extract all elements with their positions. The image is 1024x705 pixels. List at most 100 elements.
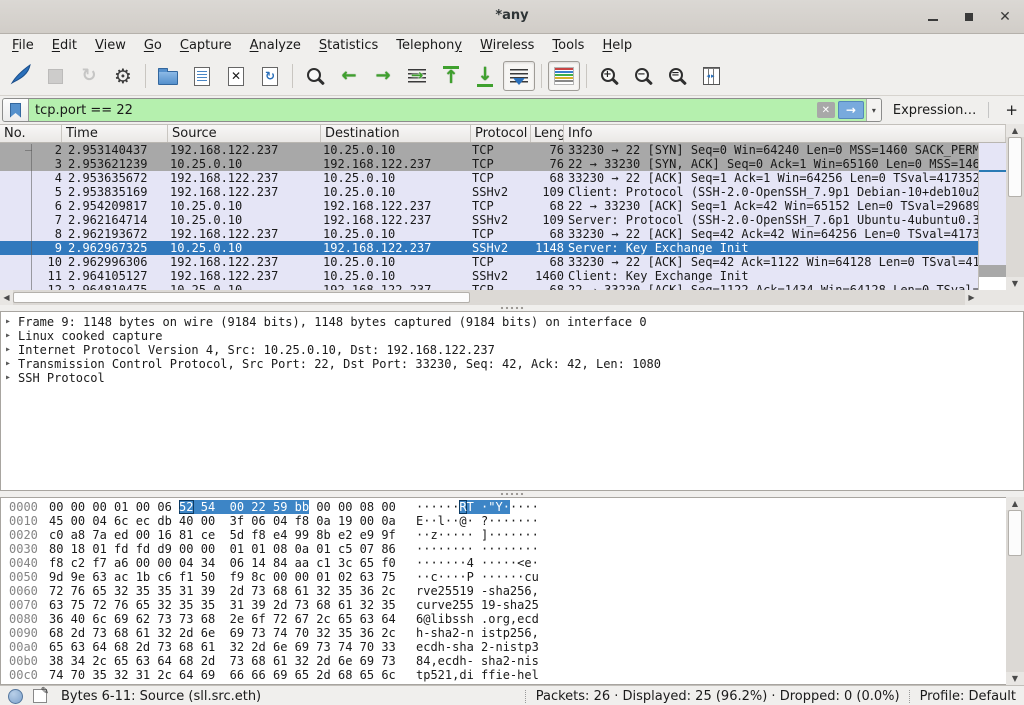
hex-row[interactable]: 00509d 9e 63 ac 1b c6 f1 50 f9 8c 00 00 … (1, 570, 1023, 584)
menu-view[interactable]: View (86, 35, 135, 56)
menu-wireless[interactable]: Wireless (471, 35, 543, 56)
hex-row[interactable]: 00a065 63 64 68 2d 73 68 61 32 2d 6e 69 … (1, 640, 1023, 654)
capture-options-button[interactable]: ⚙ (107, 61, 139, 91)
display-filter-input[interactable]: tcp.port == 22 (29, 99, 817, 121)
bytes-pane-vscrollbar[interactable]: ▲ ▼ (1006, 497, 1024, 685)
hex-ascii: ··z····· ]······· (416, 528, 539, 542)
expression-button[interactable]: Expression… (893, 103, 977, 118)
save-file-button[interactable] (186, 61, 218, 91)
filter-apply-button[interactable]: → (838, 101, 864, 119)
status-separator (525, 690, 527, 703)
hex-row[interactable]: 000000 00 00 01 00 06 52 54 00 22 59 bb … (1, 500, 1023, 514)
menu-edit[interactable]: Edit (43, 35, 86, 56)
filter-dropdown-button[interactable]: ▾ (866, 99, 881, 121)
column-header-time[interactable]: Time (62, 125, 168, 142)
go-forward-button[interactable]: → (367, 61, 399, 91)
packet-row[interactable]: 82.962193672192.168.122.23710.25.0.10TCP… (0, 227, 978, 241)
find-packet-button[interactable] (299, 61, 331, 91)
close-file-button[interactable]: ✕ (220, 61, 252, 91)
add-filter-button[interactable]: + (999, 101, 1024, 119)
packet-list-hscrollbar[interactable]: ◀ ▶ (0, 290, 978, 305)
column-header-protocol[interactable]: Protocol (471, 125, 531, 142)
scroll-down-icon[interactable]: ▼ (1006, 672, 1024, 685)
scroll-right-icon[interactable]: ▶ (965, 290, 978, 305)
detail-row[interactable]: ▸Linux cooked capture (1, 329, 1023, 343)
column-header-length[interactable]: Length (531, 125, 564, 142)
packet-row[interactable]: 32.95362123910.25.0.10192.168.122.237TCP… (0, 157, 978, 171)
packet-row[interactable]: 62.95420981710.25.0.10192.168.122.237TCP… (0, 199, 978, 213)
hscroll-thumb[interactable] (13, 292, 470, 303)
packet-row[interactable]: 72.96216471410.25.0.10192.168.122.237SSH… (0, 213, 978, 227)
menu-help[interactable]: Help (593, 35, 641, 56)
expander-icon[interactable]: ▸ (1, 357, 15, 371)
scroll-up-icon[interactable]: ▲ (1006, 497, 1024, 510)
reload-file-button[interactable]: ↻ (254, 61, 286, 91)
hex-ascii: ······RT ·"Y····· (416, 500, 539, 514)
expert-info-icon[interactable] (8, 689, 23, 704)
zoom-out-button[interactable]: − (627, 61, 659, 91)
filter-bookmark-button[interactable] (3, 99, 29, 121)
hex-row[interactable]: 0020c0 a8 7a ed 00 16 81 ce 5d f8 e4 99 … (1, 528, 1023, 542)
detail-row[interactable]: ▸Frame 9: 1148 bytes on wire (9184 bits)… (1, 315, 1023, 329)
hex-row[interactable]: 008036 40 6c 69 62 73 73 68 2e 6f 72 67 … (1, 612, 1023, 626)
menu-telephony[interactable]: Telephony (387, 35, 471, 56)
column-header-destination[interactable]: Destination (321, 125, 471, 142)
vscroll-thumb[interactable] (1008, 137, 1022, 197)
menu-capture[interactable]: Capture (171, 35, 241, 56)
column-header-source[interactable]: Source (168, 125, 321, 142)
expander-icon[interactable]: ▸ (1, 315, 15, 329)
packet-row[interactable]: 22.953140437192.168.122.23710.25.0.10TCP… (0, 143, 978, 157)
hex-row[interactable]: 006072 76 65 32 35 35 31 39 2d 73 68 61 … (1, 584, 1023, 598)
scroll-up-icon[interactable]: ▲ (1006, 124, 1024, 137)
column-header-no[interactable]: No. (0, 125, 62, 142)
start-capture-button[interactable] (5, 61, 37, 91)
scroll-down-icon[interactable]: ▼ (1006, 277, 1024, 290)
packet-row[interactable]: 42.953635672192.168.122.23710.25.0.10TCP… (0, 171, 978, 185)
go-last-button[interactable]: ↓ (469, 61, 501, 91)
zoom-in-button[interactable]: + (593, 61, 625, 91)
scroll-left-icon[interactable]: ◀ (0, 290, 13, 305)
expander-icon[interactable]: ▸ (1, 329, 15, 343)
resize-columns-button[interactable] (695, 61, 727, 91)
open-file-button[interactable] (152, 61, 184, 91)
packet-row[interactable]: 52.953835169192.168.122.23710.25.0.10SSH… (0, 185, 978, 199)
close-button[interactable]: ✕ (998, 10, 1012, 24)
auto-scroll-button[interactable] (503, 61, 535, 91)
hex-ascii: ·······4 ·····<e· (416, 556, 539, 570)
expander-icon[interactable]: ▸ (1, 343, 15, 357)
hex-row[interactable]: 00b038 34 2c 65 63 64 68 2d 73 68 61 32 … (1, 654, 1023, 668)
column-header-info[interactable]: Info (564, 125, 1006, 142)
packet-minimap[interactable] (978, 143, 1006, 290)
go-to-packet-button[interactable]: → (401, 61, 433, 91)
vscroll-thumb[interactable] (1008, 510, 1022, 556)
zoom-reset-button[interactable]: = (661, 61, 693, 91)
hex-row[interactable]: 0040f8 c2 f7 a6 00 00 04 34 06 14 84 aa … (1, 556, 1023, 570)
capture-comment-icon[interactable] (33, 689, 47, 703)
minimize-button[interactable] (926, 10, 940, 24)
hex-row[interactable]: 00c074 70 35 32 31 2c 64 69 66 66 69 65 … (1, 668, 1023, 682)
status-profile[interactable]: Profile: Default (920, 689, 1016, 704)
hex-row[interactable]: 001045 00 04 6c ec db 40 00 3f 06 04 f8 … (1, 514, 1023, 528)
packet-row[interactable]: 92.96296732510.25.0.10192.168.122.237SSH… (0, 241, 978, 255)
detail-row[interactable]: ▸SSH Protocol (1, 371, 1023, 385)
menu-analyze[interactable]: Analyze (241, 35, 310, 56)
expander-icon[interactable]: ▸ (1, 371, 15, 385)
hex-row[interactable]: 003080 18 01 fd fd d9 00 00 01 01 08 0a … (1, 542, 1023, 556)
detail-row[interactable]: ▸Internet Protocol Version 4, Src: 10.25… (1, 343, 1023, 357)
hex-row[interactable]: 007063 75 72 76 65 32 35 35 31 39 2d 73 … (1, 598, 1023, 612)
menu-go[interactable]: Go (135, 35, 171, 56)
colorize-button[interactable] (548, 61, 580, 91)
menu-file[interactable]: File (3, 35, 43, 56)
detail-row[interactable]: ▸Transmission Control Protocol, Src Port… (1, 357, 1023, 371)
hex-row[interactable]: 009068 2d 73 68 61 32 2d 6e 69 73 74 70 … (1, 626, 1023, 640)
packet-list-vscrollbar[interactable]: ▲ ▼ (1006, 124, 1024, 290)
go-back-button[interactable]: ← (333, 61, 365, 91)
packet-row[interactable]: 102.962996306192.168.122.23710.25.0.10TC… (0, 255, 978, 269)
filter-clear-button[interactable]: ✕ (817, 102, 835, 118)
packet-row[interactable]: 122.96481047510.25.0.10192.168.122.237TC… (0, 283, 978, 290)
menu-tools[interactable]: Tools (543, 35, 593, 56)
packet-row[interactable]: 112.964105127192.168.122.23710.25.0.10SS… (0, 269, 978, 283)
menu-statistics[interactable]: Statistics (310, 35, 387, 56)
go-first-button[interactable]: ↑ (435, 61, 467, 91)
maximize-button[interactable] (962, 10, 976, 24)
